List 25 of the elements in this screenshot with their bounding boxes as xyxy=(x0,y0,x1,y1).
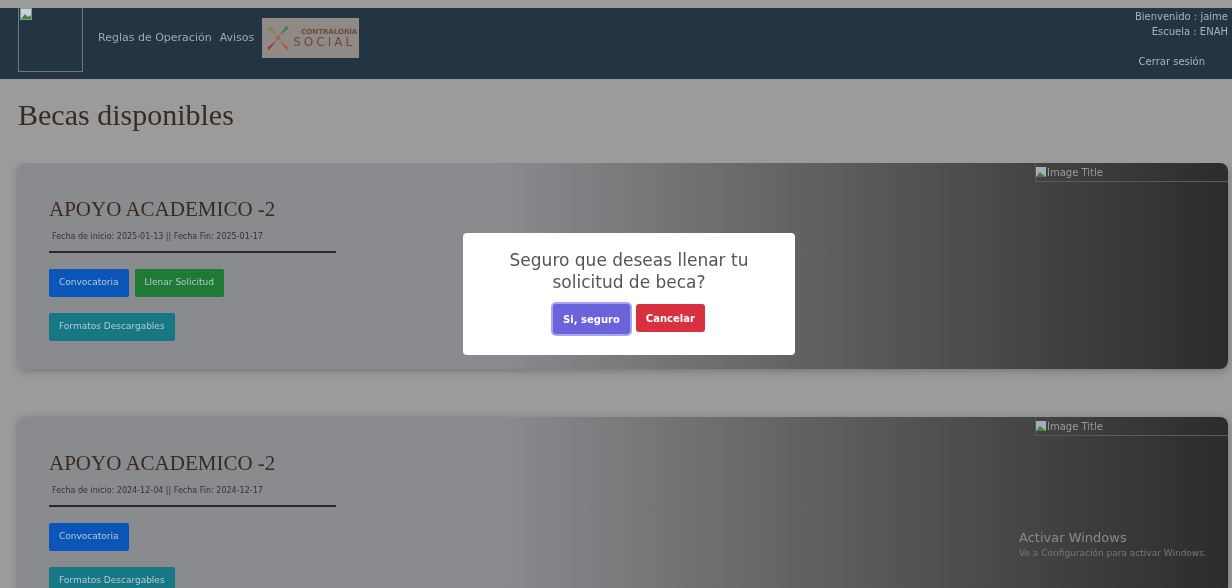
welcome-text: Bienvenido : jaime xyxy=(1134,10,1228,24)
cancel-button[interactable]: Cancelar xyxy=(635,304,705,332)
card-title: APOYO ACADEMICO -2 xyxy=(49,196,277,222)
action-button[interactable]: Convocatoria xyxy=(49,523,129,551)
action-button[interactable]: Convocatoria xyxy=(49,269,129,297)
broken-image-icon xyxy=(1036,421,1046,431)
date-range-text: Fecha de inicio: 2024-12-04 || Fecha Fin: 2024-12-17 xyxy=(51,485,263,497)
confirm-button[interactable]: Si, seguro xyxy=(553,304,630,334)
broken-image-icon xyxy=(1036,167,1046,177)
school-text: Escuela : ENAH xyxy=(1151,25,1228,39)
image-alt-text: Image Title xyxy=(1047,165,1103,180)
nav-link[interactable]: Reglas de Operación xyxy=(98,29,212,47)
dialog-message: Seguro que deseas llenar tu solicitud de beca? xyxy=(508,249,750,293)
nav-link[interactable]: Avisos xyxy=(219,29,255,47)
date-range-text: Fecha de inicio: 2025-01-13 || Fecha Fin: 2025-01-17 xyxy=(51,231,263,243)
page-title: Becas disponibles xyxy=(18,97,234,133)
action-button[interactable]: Formatos Descargables xyxy=(49,313,175,341)
broken-image-icon xyxy=(18,8,83,72)
activation-notice-title: Activar Windows xyxy=(1019,530,1128,546)
logo-text: SOCIAL xyxy=(293,35,357,48)
image-alt-text: Image Title xyxy=(1047,419,1103,434)
action-button[interactable]: Formatos Descargables xyxy=(49,567,175,588)
action-button[interactable]: Llenar Solicitud xyxy=(134,269,224,297)
card-title: APOYO ACADEMICO -2 xyxy=(49,450,277,476)
logout-link[interactable]: Cerrar sesión xyxy=(1138,54,1205,69)
